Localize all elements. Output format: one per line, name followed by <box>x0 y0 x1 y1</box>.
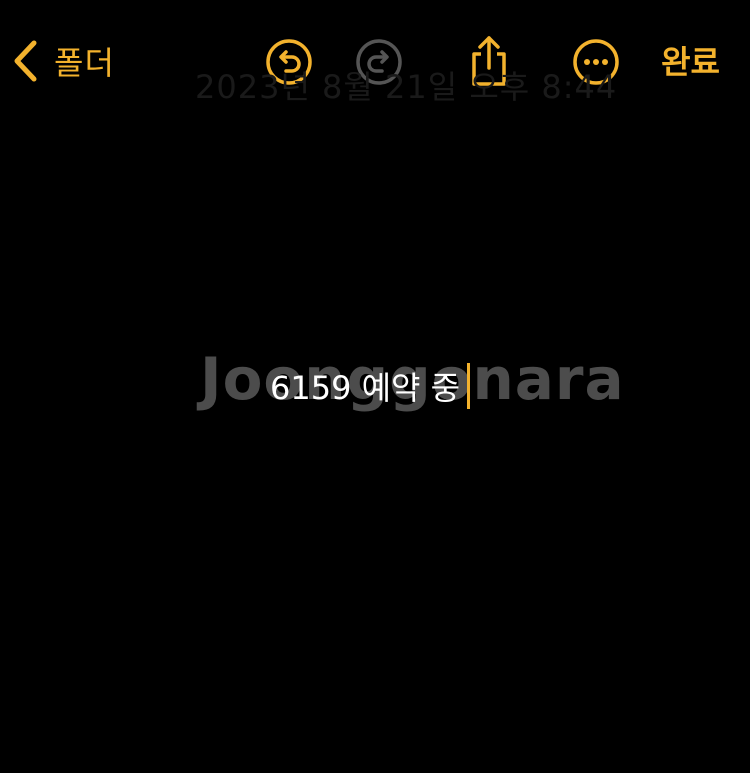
back-button-label: 폴더 <box>54 44 115 82</box>
text-cursor <box>467 363 471 409</box>
back-to-folders-button[interactable]: 폴더 <box>12 36 115 86</box>
note-text-area[interactable]: 6159 예약 중 <box>270 362 471 410</box>
chevron-left-icon <box>12 39 38 83</box>
note-date: 2023년 8월 21일 오후 8:44 <box>195 68 618 106</box>
note-body-text: 6159 예약 중 <box>270 369 461 407</box>
done-button[interactable]: 완료 <box>661 38 720 86</box>
